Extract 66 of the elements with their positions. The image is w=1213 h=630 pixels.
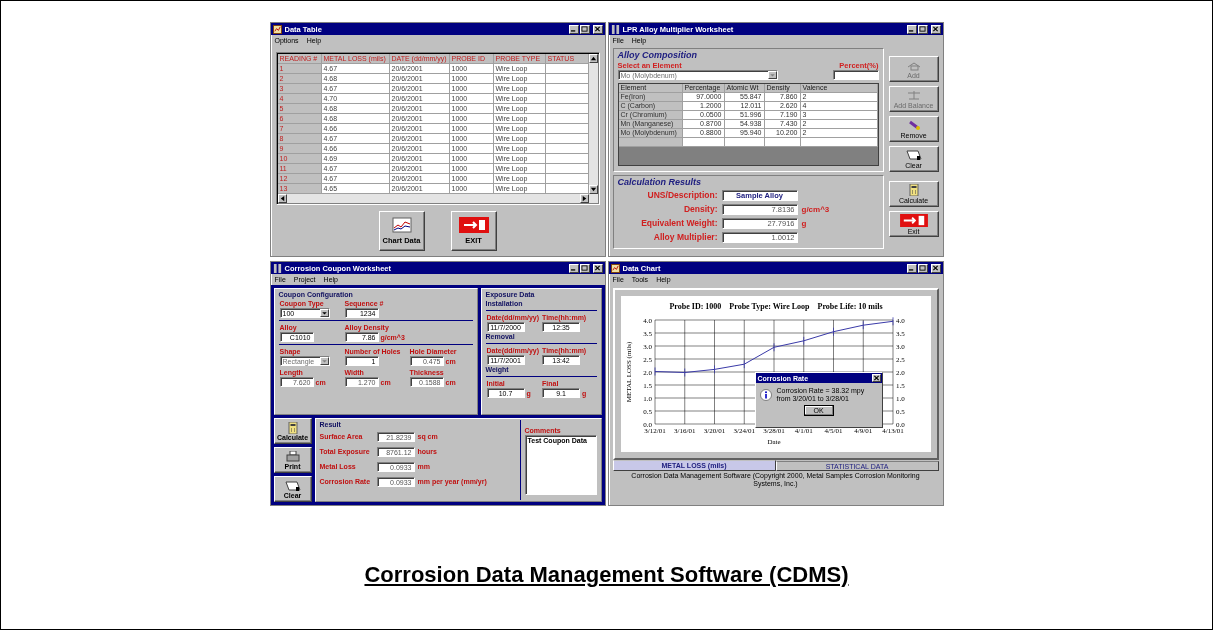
close-icon xyxy=(932,265,939,271)
group-title: Calculation Results xyxy=(617,177,703,188)
eraser-icon xyxy=(284,479,301,492)
table-cell xyxy=(545,134,589,144)
vertical-scrollbar[interactable] xyxy=(588,54,598,194)
exit-sign-icon xyxy=(898,213,929,227)
caret-icon xyxy=(768,72,776,78)
table-cell xyxy=(545,74,589,84)
row-header xyxy=(618,138,683,147)
table-cell xyxy=(545,94,589,104)
field-label: Equivalent Weight: xyxy=(640,218,718,228)
close-button[interactable] xyxy=(592,263,603,273)
close-button[interactable] xyxy=(592,24,603,34)
chart-title: Probe ID: 1000 Probe Type: Wire Loop Probe Life: 10 mils xyxy=(669,302,882,311)
chart-icon xyxy=(272,24,282,34)
maximize-button[interactable] xyxy=(917,263,928,273)
chart-icon xyxy=(610,263,620,273)
table-cell xyxy=(545,84,589,94)
percent-field[interactable] xyxy=(832,70,879,80)
printer-icon xyxy=(284,450,301,463)
close-icon xyxy=(932,26,939,32)
minimize-button[interactable] xyxy=(906,24,917,34)
maximize-icon xyxy=(919,265,926,271)
close-button[interactable] xyxy=(930,263,941,273)
unit-label: g xyxy=(801,218,807,228)
caret-icon xyxy=(320,310,328,316)
unit-label: g/cm^3 xyxy=(801,204,830,214)
eraser-icon xyxy=(905,149,922,161)
maximize-icon xyxy=(919,26,926,32)
maximize-button[interactable] xyxy=(579,24,590,34)
table-cell xyxy=(545,184,589,194)
table-cell xyxy=(545,154,589,164)
caret-icon xyxy=(320,358,328,364)
table-cell xyxy=(764,138,801,147)
horizontal-scrollbar[interactable] xyxy=(277,194,598,203)
group-title: Alloy Composition xyxy=(617,50,698,61)
balance-icon xyxy=(905,89,922,101)
scroll-up-icon xyxy=(589,55,597,62)
chart-icon xyxy=(391,216,412,233)
table-cell xyxy=(545,144,589,154)
table-cell xyxy=(545,124,589,134)
minimize-button[interactable] xyxy=(568,263,579,273)
close-icon xyxy=(872,375,880,381)
table-cell xyxy=(545,104,589,114)
close-icon xyxy=(594,265,601,271)
exit-sign-icon xyxy=(458,216,489,233)
close-icon xyxy=(594,26,601,32)
caption: Corrosion Data Management Software (CDMS) xyxy=(364,562,849,588)
table-cell xyxy=(724,138,765,147)
maximize-icon xyxy=(581,265,588,271)
maximize-button[interactable] xyxy=(579,263,590,273)
minimize-button[interactable] xyxy=(568,24,579,34)
close-button[interactable] xyxy=(930,24,941,34)
minimize-button[interactable] xyxy=(906,263,917,273)
field-label: Density: xyxy=(682,204,718,214)
maximize-button[interactable] xyxy=(917,24,928,34)
info-icon xyxy=(759,389,772,401)
field-label: Alloy Multiplier: xyxy=(652,232,718,242)
table-cell xyxy=(545,174,589,184)
maximize-icon xyxy=(581,26,588,32)
table-cell xyxy=(545,164,589,174)
table-cell xyxy=(545,114,589,124)
field-label: UNS/Description: xyxy=(646,190,718,200)
table-cell xyxy=(682,138,725,147)
close-button[interactable] xyxy=(871,374,881,382)
table-cell xyxy=(545,64,589,74)
